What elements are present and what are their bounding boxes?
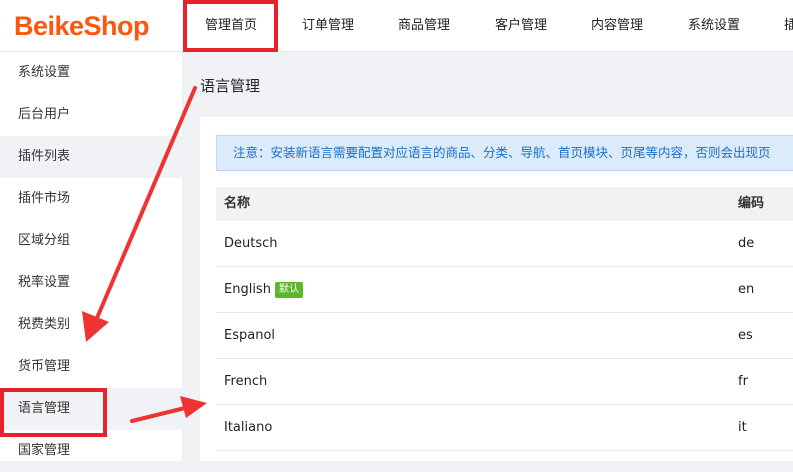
sidebar-item-currencies[interactable]: 货币管理	[0, 346, 183, 388]
sidebar-item-countries[interactable]: 国家管理	[0, 430, 183, 472]
top-header: BeikeShop 管理首页 订单管理 商品管理 客户管理 内容管理 系统设置 …	[0, 0, 793, 52]
nav-orders[interactable]: 订单管理	[302, 0, 354, 52]
language-code: it	[738, 420, 747, 435]
sidebar: 系统设置 后台用户 插件列表 插件市场 区域分组 税率设置 税费类别 货币管理 …	[0, 52, 183, 461]
nav-plugins-truncated[interactable]: 插	[784, 0, 793, 52]
column-header-code: 编码	[738, 196, 765, 211]
default-badge: 默认	[274, 282, 303, 298]
sidebar-item-tax-classes[interactable]: 税费类别	[0, 304, 183, 346]
sidebar-item-zone-groups[interactable]: 区域分组	[0, 220, 183, 262]
table-row: French fr	[216, 359, 793, 405]
table-row: Italiano it	[216, 405, 793, 451]
sidebar-item-plugin-market[interactable]: 插件市场	[0, 178, 183, 220]
nav-products[interactable]: 商品管理	[398, 0, 450, 52]
table-header: 名称 编码	[216, 187, 793, 221]
table-row: Deutsch de	[216, 221, 793, 267]
language-name: Espanol	[224, 328, 276, 343]
sidebar-item-admin-users[interactable]: 后台用户	[0, 94, 183, 136]
sidebar-item-languages[interactable]: 语言管理	[0, 388, 183, 430]
sidebar-item-plugin-list[interactable]: 插件列表	[0, 136, 183, 178]
content-card: 注意：安装新语言需要配置对应语言的商品、分类、导航、首页模块、页尾等内容，否则会…	[200, 117, 793, 461]
language-code: fr	[738, 374, 748, 389]
language-name: English	[224, 282, 271, 297]
language-name: Italiano	[224, 420, 273, 435]
notice-banner: 注意：安装新语言需要配置对应语言的商品、分类、导航、首页模块、页尾等内容，否则会…	[216, 135, 793, 171]
language-name: French	[224, 374, 268, 389]
language-code: es	[738, 328, 753, 343]
nav-system-settings[interactable]: 系统设置	[688, 0, 740, 52]
column-header-name: 名称	[224, 196, 251, 211]
brand-logo[interactable]: BeikeShop	[14, 8, 150, 44]
nav-content[interactable]: 内容管理	[591, 0, 643, 52]
sidebar-item-system-settings[interactable]: 系统设置	[0, 52, 183, 94]
table-row: English 默认 en	[216, 267, 793, 313]
language-name: Deutsch	[224, 236, 278, 251]
table-row: Espanol es	[216, 313, 793, 359]
language-code: en	[738, 282, 755, 297]
language-name-cell: English 默认	[224, 267, 303, 313]
nav-dashboard[interactable]: 管理首页	[205, 0, 257, 52]
page-title: 语言管理	[200, 77, 261, 95]
sidebar-item-tax-rates[interactable]: 税率设置	[0, 262, 183, 304]
nav-customers[interactable]: 客户管理	[495, 0, 547, 52]
language-code: de	[738, 236, 755, 251]
